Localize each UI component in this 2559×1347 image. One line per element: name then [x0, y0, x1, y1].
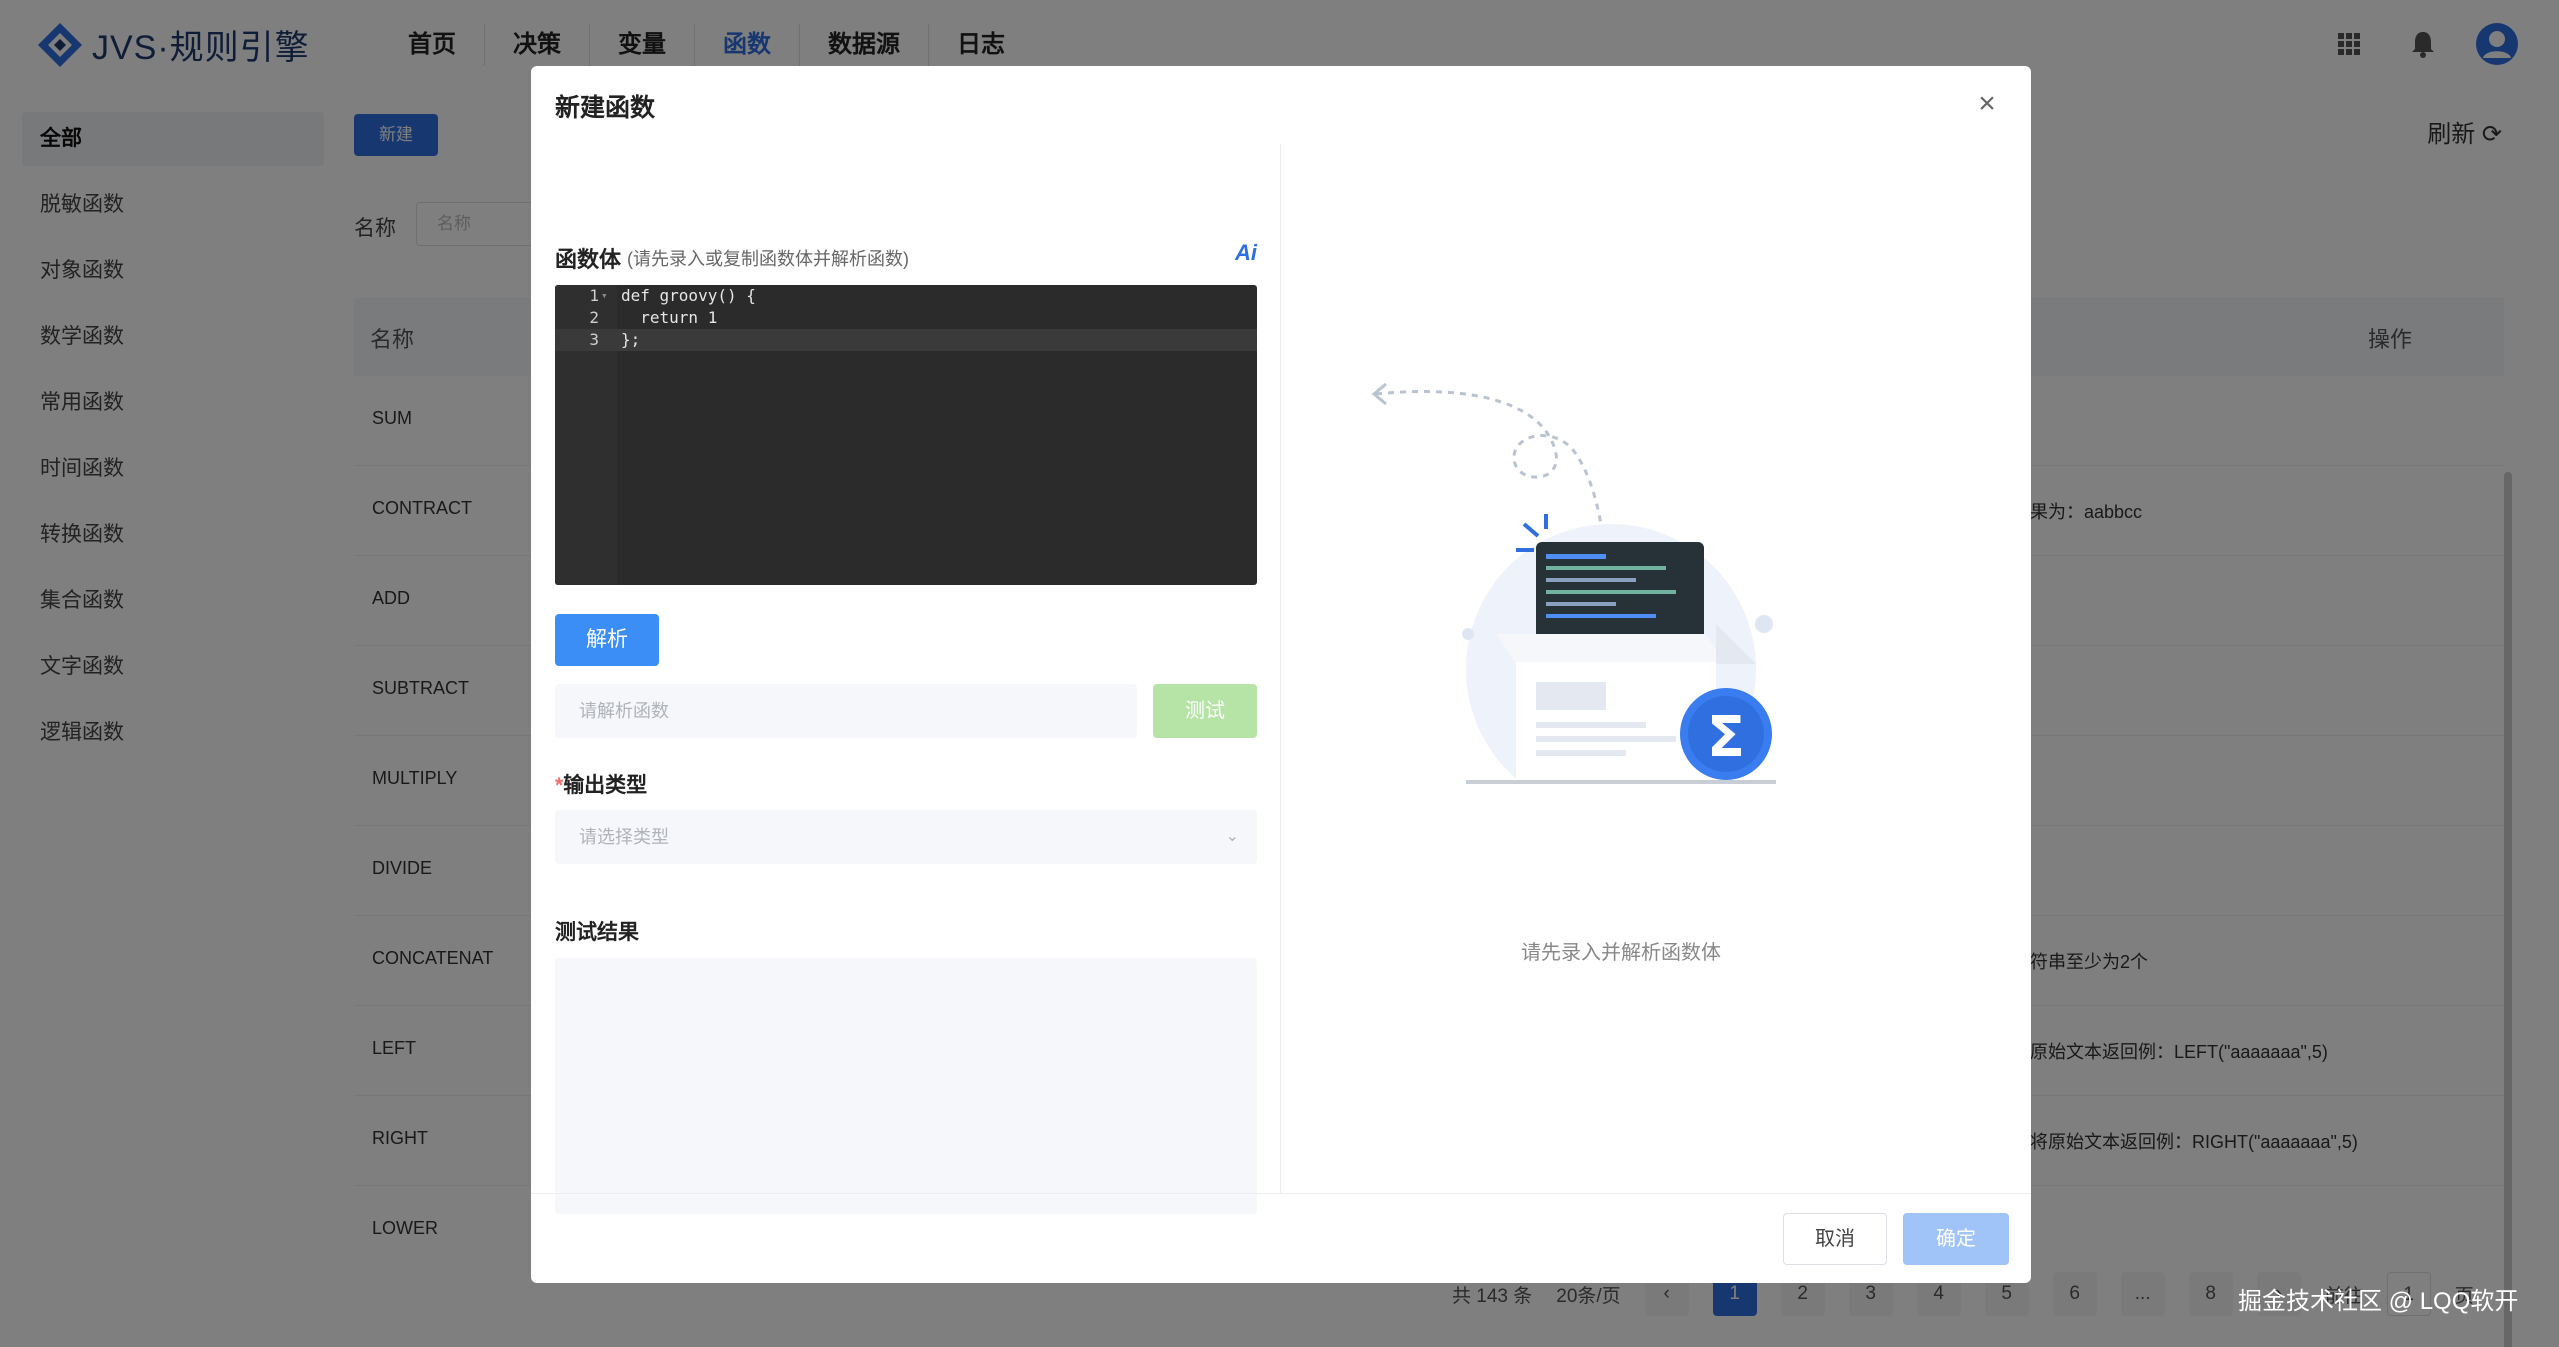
function-body-label: 函数体 — [555, 247, 622, 272]
output-type-placeholder: 请选择类型 — [579, 827, 669, 847]
close-icon[interactable]: × — [1969, 86, 2005, 122]
fold-arrow-icon[interactable]: ▾ — [601, 285, 608, 307]
output-type-label: *输出类型 — [555, 769, 647, 799]
code-line-active: 3 }; — [555, 329, 1257, 351]
output-type-text: 输出类型 — [563, 774, 648, 797]
new-function-dialog: 新建函数 × 函数体 (请先录入或复制函数体并解析函数) Ai 1 ▾ def … — [531, 66, 2031, 1283]
code-line: 2 return 1 — [555, 307, 1257, 329]
parsed-function-input[interactable]: 请解析函数 — [555, 684, 1137, 738]
test-button[interactable]: 测试 — [1153, 684, 1257, 738]
required-mark: * — [555, 774, 564, 797]
ai-assist-icon[interactable]: Ai — [1235, 240, 1257, 266]
output-type-select[interactable]: 请选择类型 ⌄ — [555, 810, 1257, 864]
line-number: 3 — [589, 330, 599, 349]
dialog-header: 新建函数 × — [531, 66, 2031, 144]
parse-button[interactable]: 解析 — [555, 614, 659, 666]
cancel-button[interactable]: 取消 — [1783, 1213, 1887, 1265]
code-editor[interactable]: 1 ▾ def groovy() { 2 return 1 3 }; — [555, 285, 1257, 585]
code-text: return 1 — [621, 308, 718, 327]
code-text: }; — [621, 330, 641, 349]
function-form: 函数体 (请先录入或复制函数体并解析函数) Ai 1 ▾ def groovy(… — [555, 144, 1257, 1214]
chevron-down-icon: ⌄ — [1225, 828, 1239, 845]
confirm-button[interactable]: 确定 — [1903, 1213, 2009, 1265]
code-line: 1 ▾ def groovy() { — [555, 285, 1257, 307]
code-text: def groovy() { — [621, 286, 756, 305]
line-number: 1 — [589, 286, 599, 305]
function-body-hint: (请先录入或复制函数体并解析函数) — [627, 249, 909, 269]
line-number: 2 — [589, 308, 599, 327]
test-result-label: 测试结果 — [555, 921, 639, 944]
empty-state-text: 请先录入并解析函数体 — [1521, 942, 1721, 964]
empty-state-illustration: Σ — [1371, 382, 1776, 784]
watermark-text: 掘金技术社区 @ LQQ软开 — [2238, 1288, 2519, 1315]
test-result-box — [555, 958, 1257, 1214]
svg-text:Σ: Σ — [1707, 705, 1745, 770]
preview-pane: Σ 请先录入并解析函数体 — [1281, 144, 2031, 1192]
dialog-title: 新建函数 — [555, 94, 656, 122]
